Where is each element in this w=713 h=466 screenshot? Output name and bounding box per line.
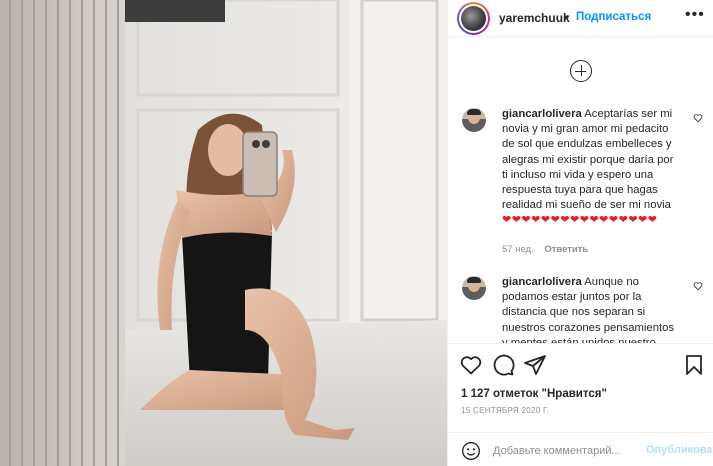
- more-options-icon[interactable]: •••: [685, 6, 705, 24]
- comment-avatar[interactable]: [462, 276, 486, 300]
- heart-icon[interactable]: [459, 353, 483, 377]
- share-icon[interactable]: [523, 353, 547, 377]
- post-actions: [448, 343, 713, 383]
- comment-meta: 57 нед. Ответить: [502, 244, 588, 255]
- likes-count[interactable]: 1 127 отметок "Нравится": [461, 388, 607, 400]
- comment-time[interactable]: 57 нед.: [502, 244, 534, 255]
- comment-username[interactable]: giancarlolivera: [502, 276, 582, 288]
- comment-body: giancarlolivera Aunque no podamos estar …: [502, 275, 682, 343]
- post-date[interactable]: 15 СЕНТЯБРЯ 2020 Г.: [461, 406, 549, 415]
- publish-button[interactable]: Опубликовать: [646, 444, 713, 456]
- comment-like-icon[interactable]: [693, 281, 703, 291]
- comment-avatar[interactable]: [462, 108, 486, 132]
- post-header: yaremchuuk • Подписаться •••: [448, 0, 713, 37]
- comment-input[interactable]: [493, 442, 638, 460]
- comment-hearts: ❤❤❤❤❤❤❤❤❤❤❤❤❤❤❤❤: [502, 214, 658, 227]
- load-more-comments-icon[interactable]: [570, 60, 592, 82]
- comments-list: giancarlolivera Aceptarías ser mi novia …: [448, 97, 713, 343]
- author-username[interactable]: yaremchuuk: [499, 11, 570, 25]
- avatar[interactable]: [457, 2, 490, 35]
- bookmark-icon[interactable]: [682, 353, 706, 377]
- photo-illustration: [0, 0, 447, 466]
- follow-button[interactable]: Подписаться: [576, 11, 651, 23]
- comment-text: Aceptarías ser mi novia y mi gran amor m…: [502, 108, 674, 212]
- separator-dot: •: [565, 10, 570, 24]
- add-comment-bar: Опубликовать: [448, 432, 713, 466]
- comment-username[interactable]: giancarlolivera: [502, 108, 582, 120]
- comment-body: giancarlolivera Aceptarías ser mi novia …: [502, 107, 682, 229]
- comment-like-icon[interactable]: [693, 113, 703, 123]
- reply-button[interactable]: Ответить: [544, 244, 588, 255]
- emoji-icon[interactable]: [461, 441, 481, 461]
- post-sidebar: yaremchuuk • Подписаться ••• giancarloli…: [447, 0, 713, 466]
- post-photo[interactable]: [0, 0, 447, 466]
- comment-icon[interactable]: [491, 353, 515, 377]
